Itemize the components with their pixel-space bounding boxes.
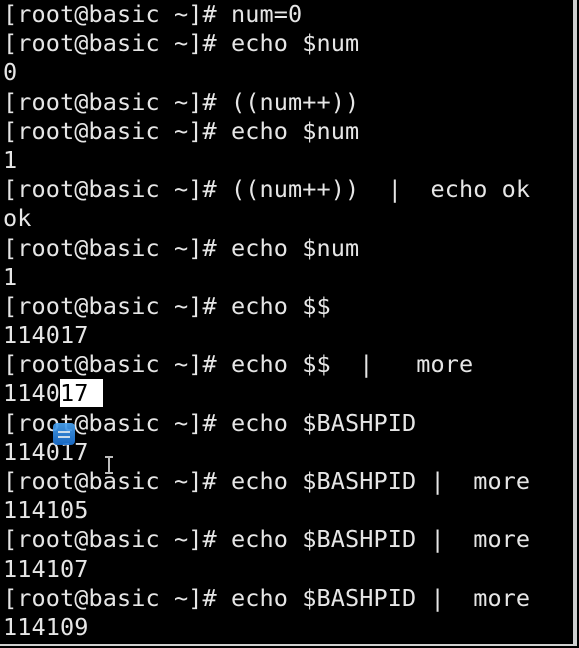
terminal-line: 114017 [3, 321, 89, 350]
unselected-text: 1140 [3, 379, 60, 408]
terminal-line: [root@basic ~]# echo $BASHPID | more [3, 525, 531, 554]
terminal-line: 1 [3, 262, 18, 291]
terminal-output-before: [root@basic ~]# num=0 [root@basic ~]# ech… [0, 0, 573, 379]
terminal-line: 114105 [3, 496, 89, 525]
terminal-line: [root@basic ~]# echo $$ [3, 291, 331, 320]
terminal-line: 114109 [3, 612, 89, 641]
terminal-line: [root@basic ~]# echo $BASHPID [3, 408, 417, 437]
terminal-line: 1 [3, 145, 18, 174]
terminal-line: 114107 [3, 554, 89, 583]
terminal-line: [root@basic ~]# echo $num [3, 233, 360, 262]
terminal-line: [root@basic ~]# ((num++)) | echo ok [3, 175, 531, 204]
terminal-line: [root@basic ~]# echo $BASHPID | more [3, 467, 531, 495]
terminal-line: [root@basic ~]# echo $BASHPID | more [3, 583, 531, 612]
text-selection[interactable]: 17 [60, 379, 103, 408]
terminal-line: 0 [3, 58, 18, 87]
terminal-line: 114017 [3, 437, 89, 466]
terminal-line: [root@basic ~]# ((num++)) [3, 87, 360, 116]
terminal-line: [root@basic ~]# echo $num [3, 116, 360, 145]
terminal-line-selected[interactable]: 114017 [0, 379, 573, 408]
terminal-window[interactable]: [root@basic ~]# num=0 [root@basic ~]# ech… [0, 0, 577, 646]
terminal-line: ok [3, 204, 32, 233]
terminal-output-after: [root@basic ~]# echo $BASHPID 114017 [root… [0, 409, 573, 643]
drag-handle-icon[interactable] [53, 423, 75, 445]
text-cursor-icon [104, 456, 114, 474]
terminal-line: [root@basic ~]# echo $num [3, 29, 360, 58]
terminal-line: [root@basic ~]# echo $$ | more [3, 350, 474, 379]
terminal-line: [root@basic ~]# num=0 [3, 0, 303, 28]
